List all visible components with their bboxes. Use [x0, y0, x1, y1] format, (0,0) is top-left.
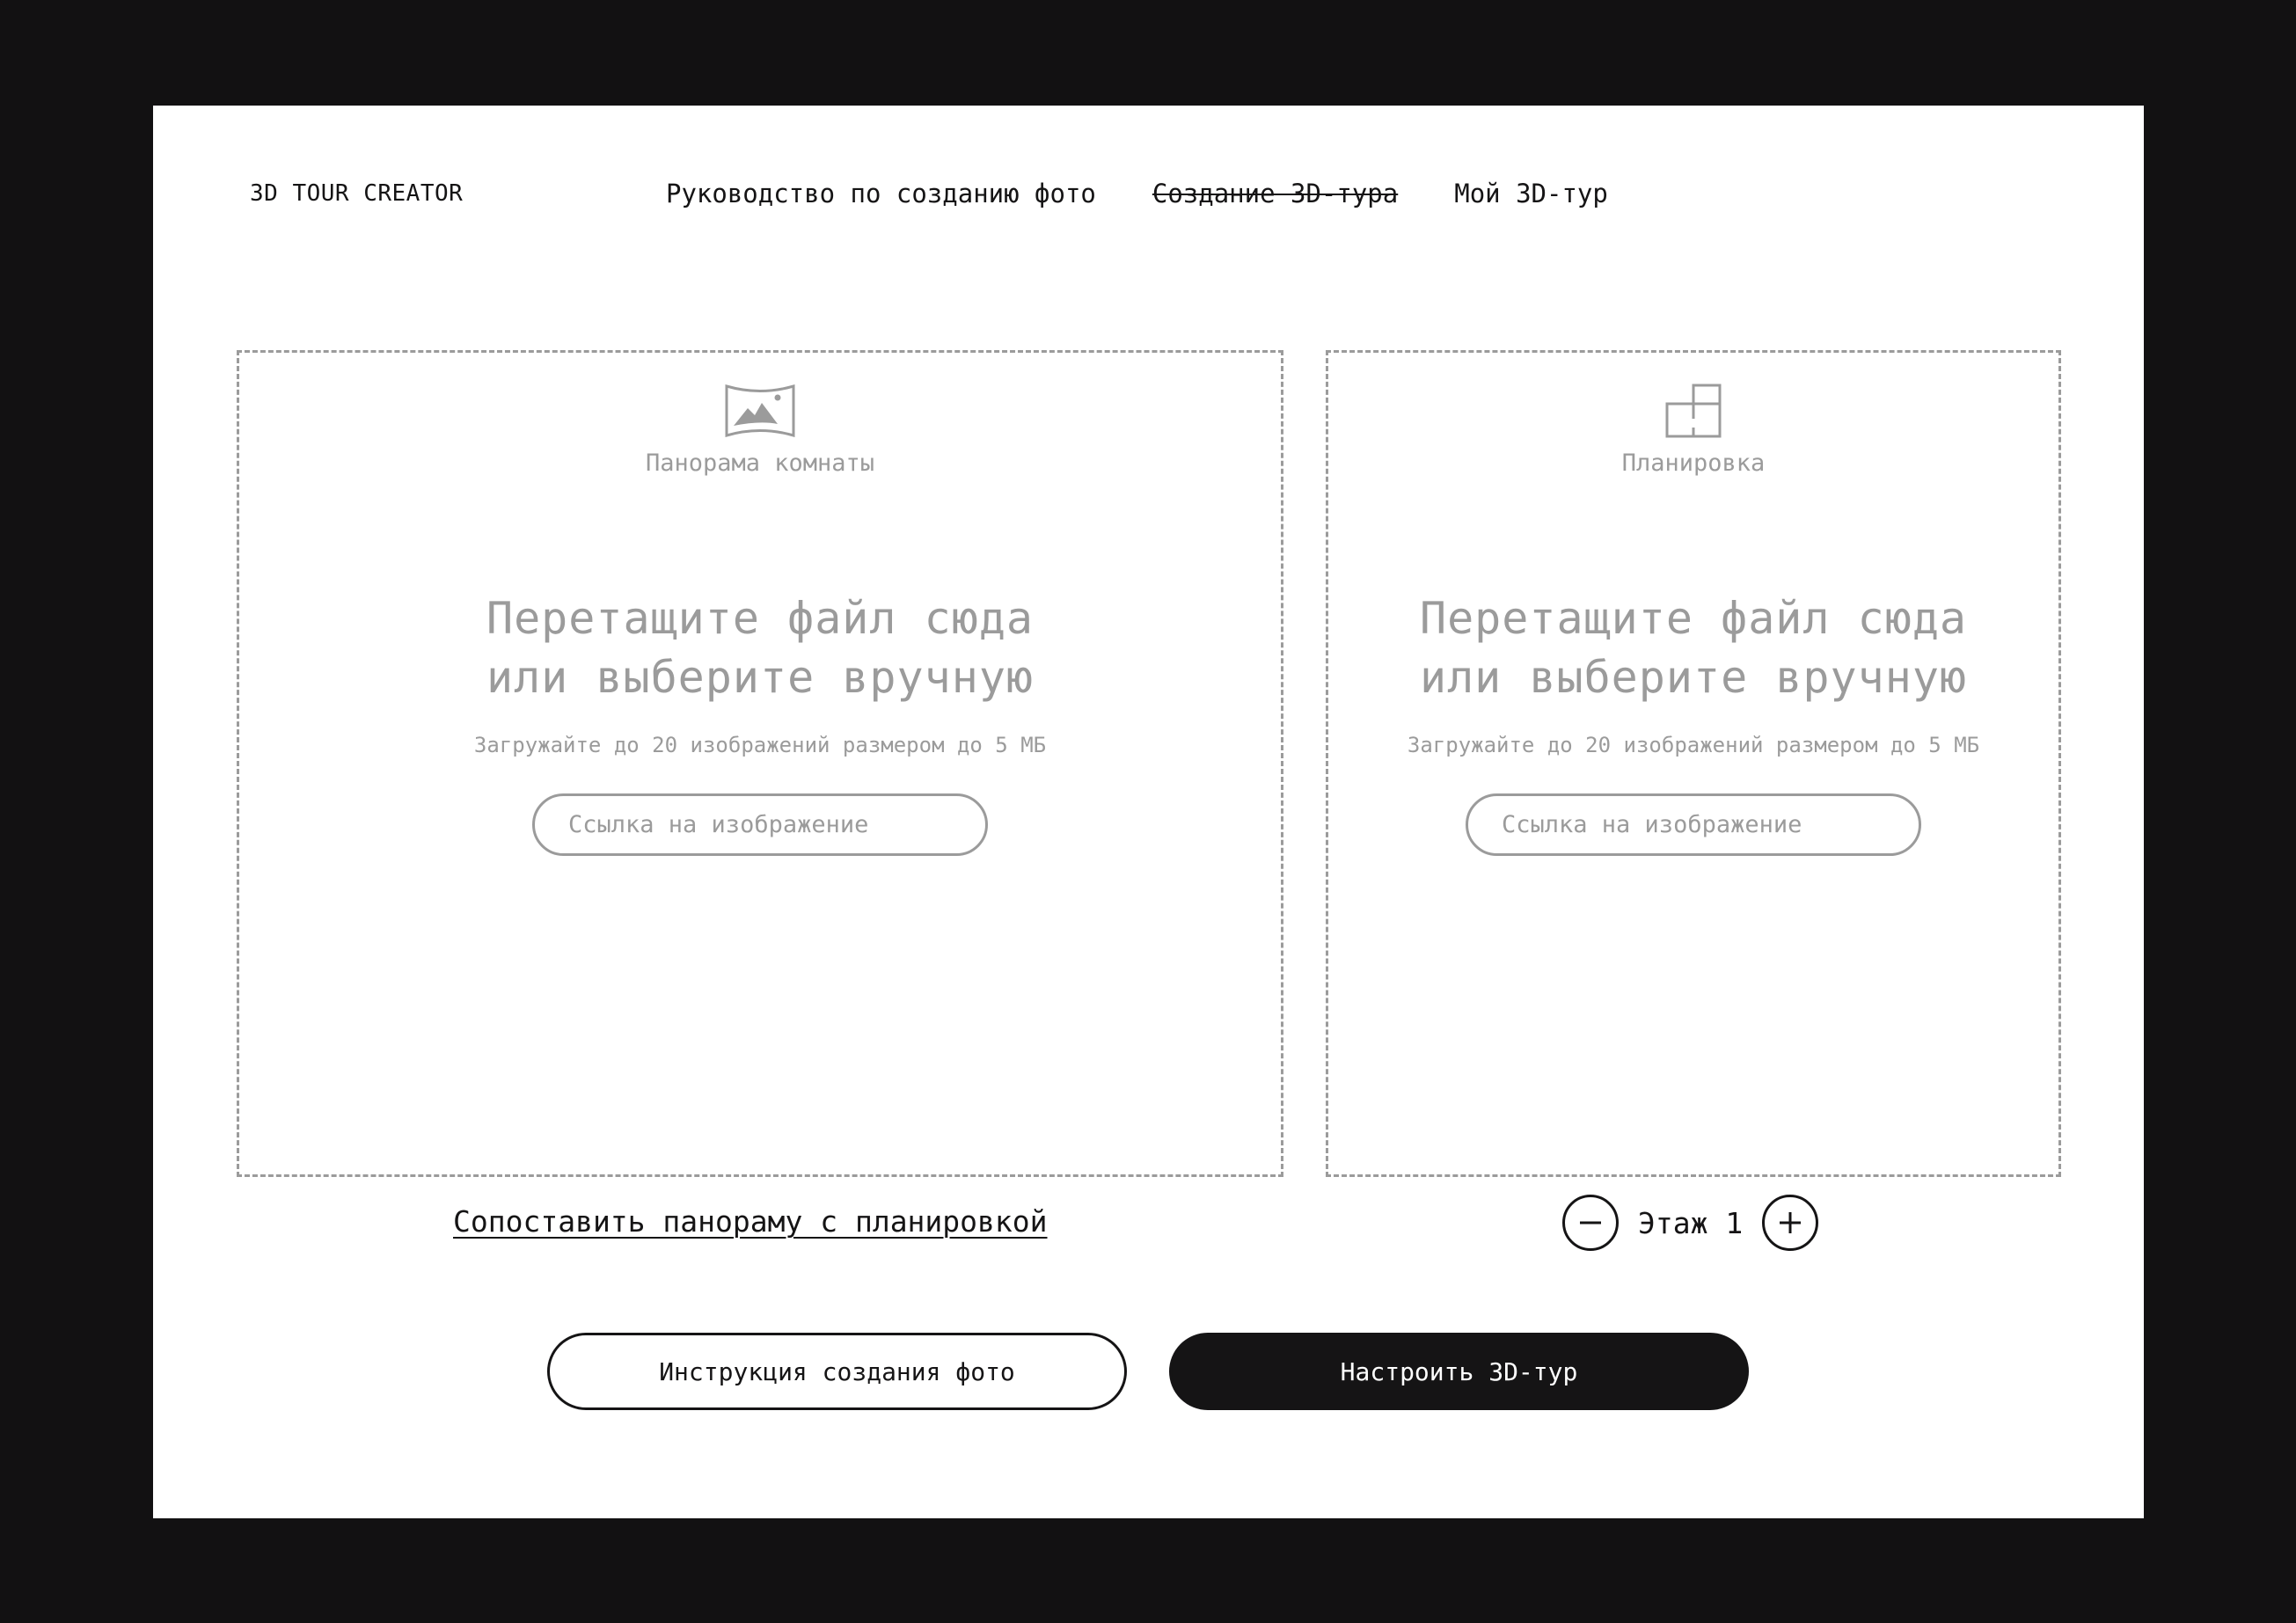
floor-plan-dropzone[interactable]: Планировка Перетащите файл сюда или выбе…	[1326, 350, 2061, 1177]
panorama-icon	[725, 384, 795, 437]
dropzone-hint: Загружайте до 20 изображений размером до…	[473, 733, 1047, 757]
photo-instruction-button-label: Инструкция создания фото	[659, 1356, 1015, 1386]
plus-icon	[1780, 1212, 1802, 1233]
nav-item-create-tour[interactable]: Создание 3D-тура	[1152, 160, 1398, 227]
floor-stepper: Этаж 1	[1562, 1195, 1819, 1251]
photo-instruction-button[interactable]: Инструкция создания фото	[547, 1333, 1127, 1410]
dropzone-title-line: Перетащите файл сюда	[486, 593, 1035, 644]
match-panorama-link[interactable]: Сопоставить панораму с планировкой	[453, 1201, 1048, 1243]
nav-item-photo-guide[interactable]: Руководство по созданию фото	[666, 160, 1096, 227]
dropzone-title-line: или выберите вручную	[486, 652, 1035, 703]
panorama-label: Панорама комнаты	[645, 450, 875, 477]
floor-plan-image-url-input[interactable]	[1466, 793, 1921, 856]
dropzone-title-line: или выберите вручную	[1419, 652, 1968, 703]
main-nav: Руководство по созданию фото Создание 3D…	[666, 160, 1608, 227]
floor-decrement-button[interactable]	[1562, 1195, 1619, 1251]
dropzone-title: Перетащите файл сюда или выберите вручну…	[1420, 589, 1967, 707]
floor-increment-button[interactable]	[1762, 1195, 1819, 1251]
nav-item-my-tour[interactable]: Мой 3D-тур	[1454, 160, 1608, 227]
dropzone-title: Перетащите файл сюда или выберите вручну…	[486, 589, 1034, 707]
panorama-dropzone[interactable]: Панорама комнаты Перетащите файл сюда ил…	[237, 350, 1283, 1177]
page-canvas: 3D TOUR CREATOR Руководство по созданию …	[153, 106, 2144, 1518]
app-logo[interactable]: 3D TOUR CREATOR	[250, 160, 463, 227]
floor-label: Этаж 1	[1638, 1205, 1744, 1240]
configure-tour-button[interactable]: Настроить 3D-тур	[1169, 1333, 1749, 1410]
floor-plan-label: Планировка	[1621, 450, 1766, 477]
floor-plan-icon	[1665, 384, 1722, 438]
minus-icon	[1580, 1221, 1601, 1225]
dropzone-hint: Загружайте до 20 изображений размером до…	[1407, 733, 1980, 757]
dropzone-title-line: Перетащите файл сюда	[1419, 593, 1968, 644]
configure-tour-button-label: Настроить 3D-тур	[1340, 1356, 1578, 1386]
panorama-image-url-input[interactable]	[532, 793, 988, 856]
